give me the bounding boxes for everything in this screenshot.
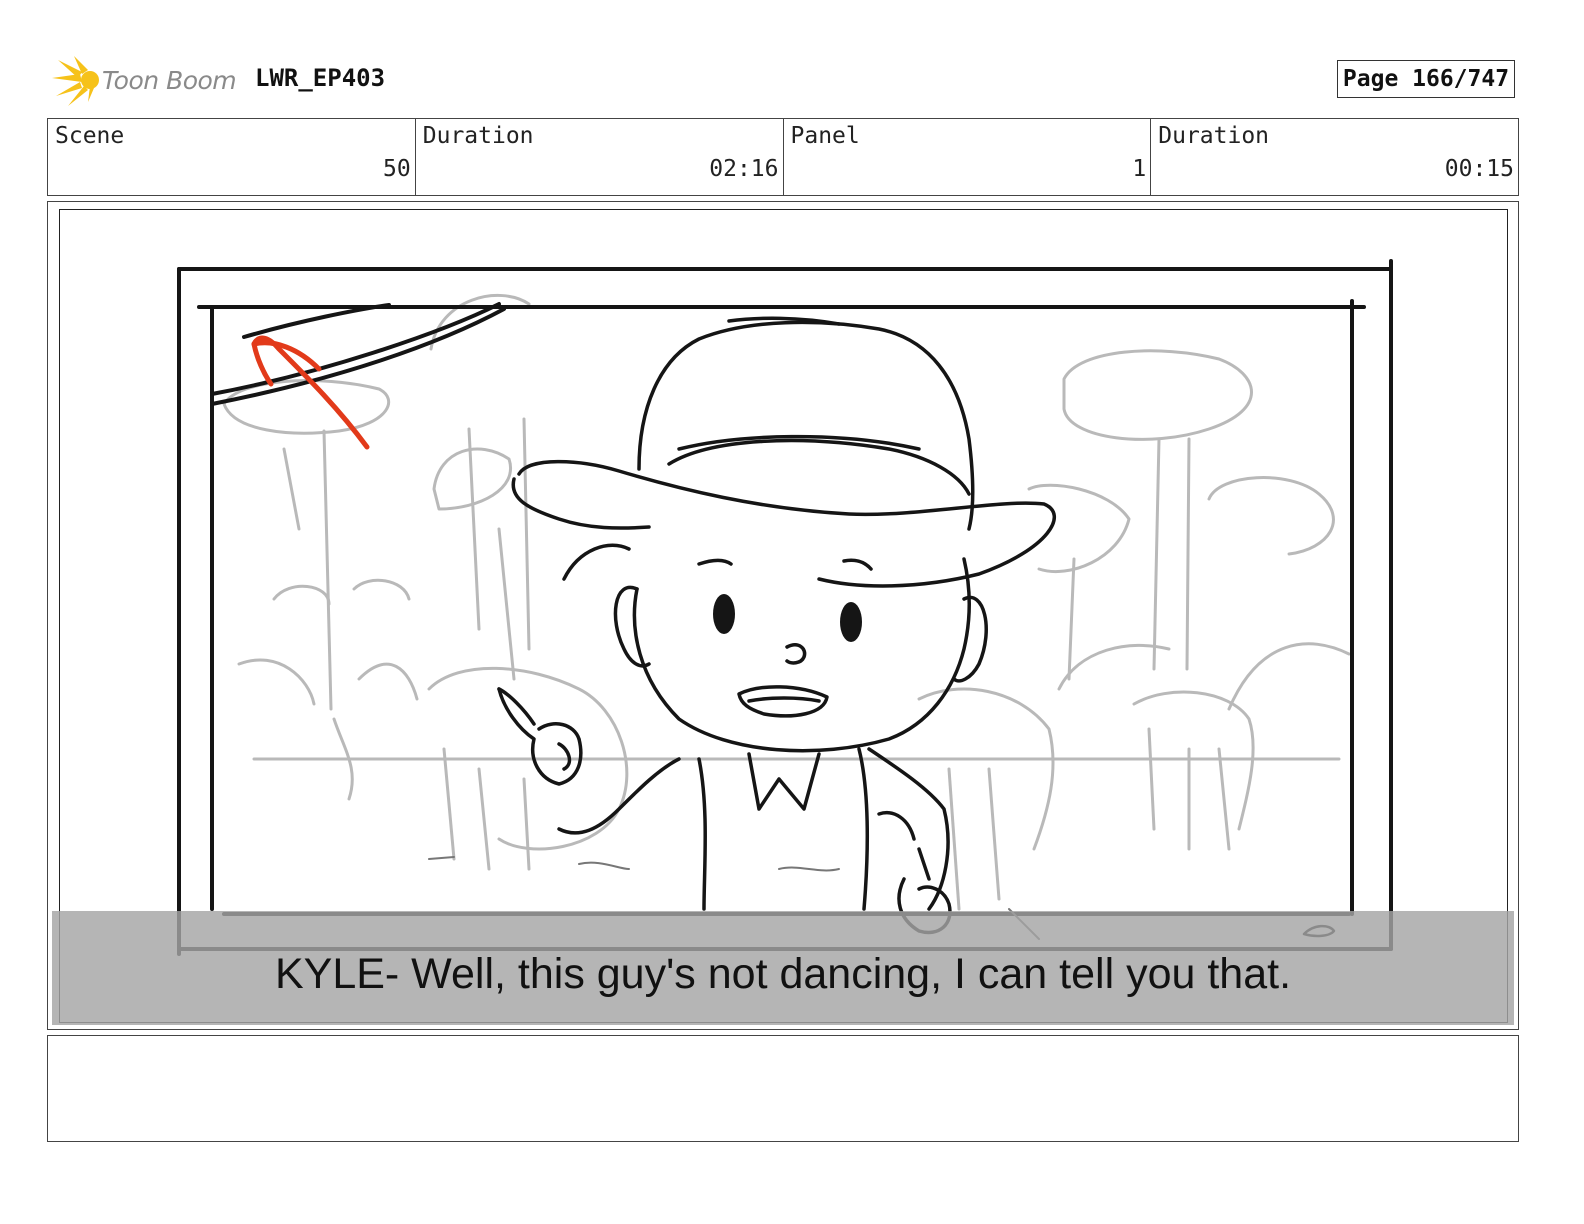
notes-box (47, 1035, 1519, 1142)
scene-label: Scene (55, 123, 125, 149)
panel-label: Panel (790, 123, 860, 149)
panel-value: 1 (1132, 156, 1147, 182)
panel-cell: Panel 1 (784, 119, 1152, 195)
storyboard-sketch (177, 259, 1393, 956)
page-indicator: Page 166/747 (1337, 60, 1515, 98)
dialogue-caption: KYLE- Well, this guy's not dancing, I ca… (274, 950, 1292, 998)
scene-duration-cell: Duration 02:16 (416, 119, 784, 195)
panel-duration-cell: Duration 00:15 (1151, 119, 1518, 195)
logo-wordmark: Toon Boom (102, 66, 237, 95)
panel-duration-label: Duration (1158, 123, 1270, 149)
panel-duration-value: 00:15 (1444, 156, 1514, 182)
scene-value: 50 (383, 156, 411, 182)
scene-duration-label: Duration (422, 123, 534, 149)
project-title: LWR_EP403 (255, 64, 386, 92)
scene-cell: Scene 50 (48, 119, 416, 195)
info-row: Scene 50 Duration 02:16 Panel 1 Duration… (47, 118, 1519, 196)
scene-duration-value: 02:16 (709, 156, 779, 182)
